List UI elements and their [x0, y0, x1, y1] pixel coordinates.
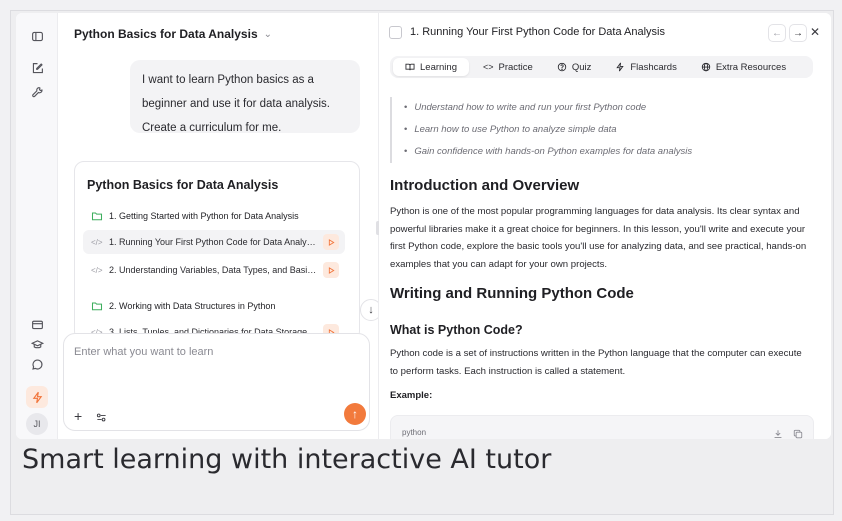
- objective-item: Learn how to use Python to analyze simpl…: [404, 119, 810, 141]
- lesson-title: 1. Running Your First Python Code for Da…: [410, 26, 665, 38]
- globe-icon: [701, 62, 711, 72]
- new-chat-icon[interactable]: [28, 59, 46, 77]
- attach-plus-icon[interactable]: +: [74, 408, 82, 424]
- folder-icon: [91, 302, 103, 311]
- section-paragraph: Python code is a set of instructions wri…: [390, 348, 802, 377]
- lesson-item[interactable]: </> 1. Running Your First Python Code fo…: [83, 230, 345, 254]
- bolt-icon[interactable]: [26, 386, 48, 408]
- composer: + ↑: [63, 333, 370, 431]
- lesson-label: 2. Understanding Variables, Data Types, …: [109, 265, 317, 275]
- learn-input[interactable]: [74, 346, 354, 358]
- code-icon: </>: [91, 237, 103, 247]
- send-button[interactable]: ↑: [344, 403, 366, 425]
- curriculum-card: Python Basics for Data Analysis 1. Getti…: [74, 161, 360, 341]
- module-item[interactable]: 1. Getting Started with Python for Data …: [91, 210, 299, 222]
- chat-bubble-icon[interactable]: [28, 355, 46, 373]
- sidebar-toggle-icon[interactable]: [28, 27, 46, 45]
- code-icon: </>: [91, 265, 103, 275]
- code-language-label: python: [402, 428, 427, 437]
- lesson-label: 1. Running Your First Python Code for Da…: [109, 237, 317, 247]
- tab-flashcards[interactable]: Flashcards: [603, 58, 688, 76]
- section-heading: Introduction and Overview: [390, 177, 580, 194]
- module-label: 1. Getting Started with Python for Data …: [109, 211, 299, 221]
- chat-title-dropdown[interactable]: Python Basics for Data Analysis ⌄: [74, 27, 272, 41]
- tagline: Smart learning with interactive AI tutor: [22, 444, 552, 475]
- curriculum-title: Python Basics for Data Analysis: [87, 178, 279, 192]
- section-paragraph: Python is one of the most popular progra…: [390, 206, 807, 270]
- objective-item: Understand how to write and run your fir…: [404, 97, 810, 119]
- module-label: 2. Working with Data Structures in Pytho…: [109, 301, 276, 311]
- lesson-complete-checkbox[interactable]: [389, 26, 402, 39]
- subsection-heading: What is Python Code?: [390, 323, 523, 337]
- graduation-cap-icon[interactable]: [28, 335, 46, 353]
- arrow-left-icon: ←: [772, 27, 782, 39]
- folder-icon: [91, 212, 103, 221]
- tools-icon[interactable]: [28, 83, 46, 101]
- example-label: Example:: [390, 390, 433, 401]
- chevron-down-icon: ⌄: [263, 28, 273, 40]
- tab-practice[interactable]: <> Practice: [469, 58, 545, 76]
- close-icon[interactable]: ✕: [810, 25, 820, 39]
- play-icon[interactable]: [323, 262, 339, 278]
- chat-title-text: Python Basics for Data Analysis: [74, 27, 258, 41]
- lesson-tabs: Learning <> Practice Quiz Flashcards Ext…: [390, 56, 813, 78]
- settings-sliders-icon[interactable]: [96, 410, 107, 428]
- code-block: python: [390, 415, 814, 439]
- tab-extra-resources[interactable]: Extra Resources: [689, 58, 798, 76]
- objective-item: Gain confidence with hands-on Python exa…: [404, 141, 810, 163]
- play-icon[interactable]: [323, 234, 339, 250]
- lesson-item[interactable]: </> 2. Understanding Variables, Data Typ…: [83, 258, 345, 282]
- previous-lesson-button[interactable]: ←: [768, 24, 786, 42]
- avatar[interactable]: JI: [26, 413, 48, 435]
- quiz-icon: [557, 62, 567, 72]
- user-message: I want to learn Python basics as a begin…: [130, 60, 360, 134]
- section-heading: Writing and Running Python Code: [390, 285, 634, 302]
- chat-panel: Python Basics for Data Analysis ⌄ I want…: [58, 13, 382, 439]
- tab-learning[interactable]: Learning: [393, 58, 469, 76]
- left-rail: JI: [16, 13, 58, 439]
- copy-icon[interactable]: [793, 426, 803, 439]
- learning-objectives: Understand how to write and run your fir…: [390, 97, 810, 163]
- library-icon[interactable]: [28, 315, 46, 333]
- module-item[interactable]: 2. Working with Data Structures in Pytho…: [91, 300, 275, 312]
- book-icon: [405, 63, 415, 71]
- arrow-right-icon: →: [793, 27, 803, 39]
- next-lesson-button[interactable]: →: [789, 24, 807, 42]
- tab-quiz[interactable]: Quiz: [545, 58, 604, 76]
- code-brackets-icon: <>: [482, 62, 494, 72]
- app-window: JI Python Basics for Data Analysis ⌄ I w…: [16, 13, 831, 439]
- bolt-icon: [616, 62, 625, 72]
- lesson-panel: 1. Running Your First Python Code for Da…: [379, 13, 831, 439]
- download-icon[interactable]: [773, 426, 783, 439]
